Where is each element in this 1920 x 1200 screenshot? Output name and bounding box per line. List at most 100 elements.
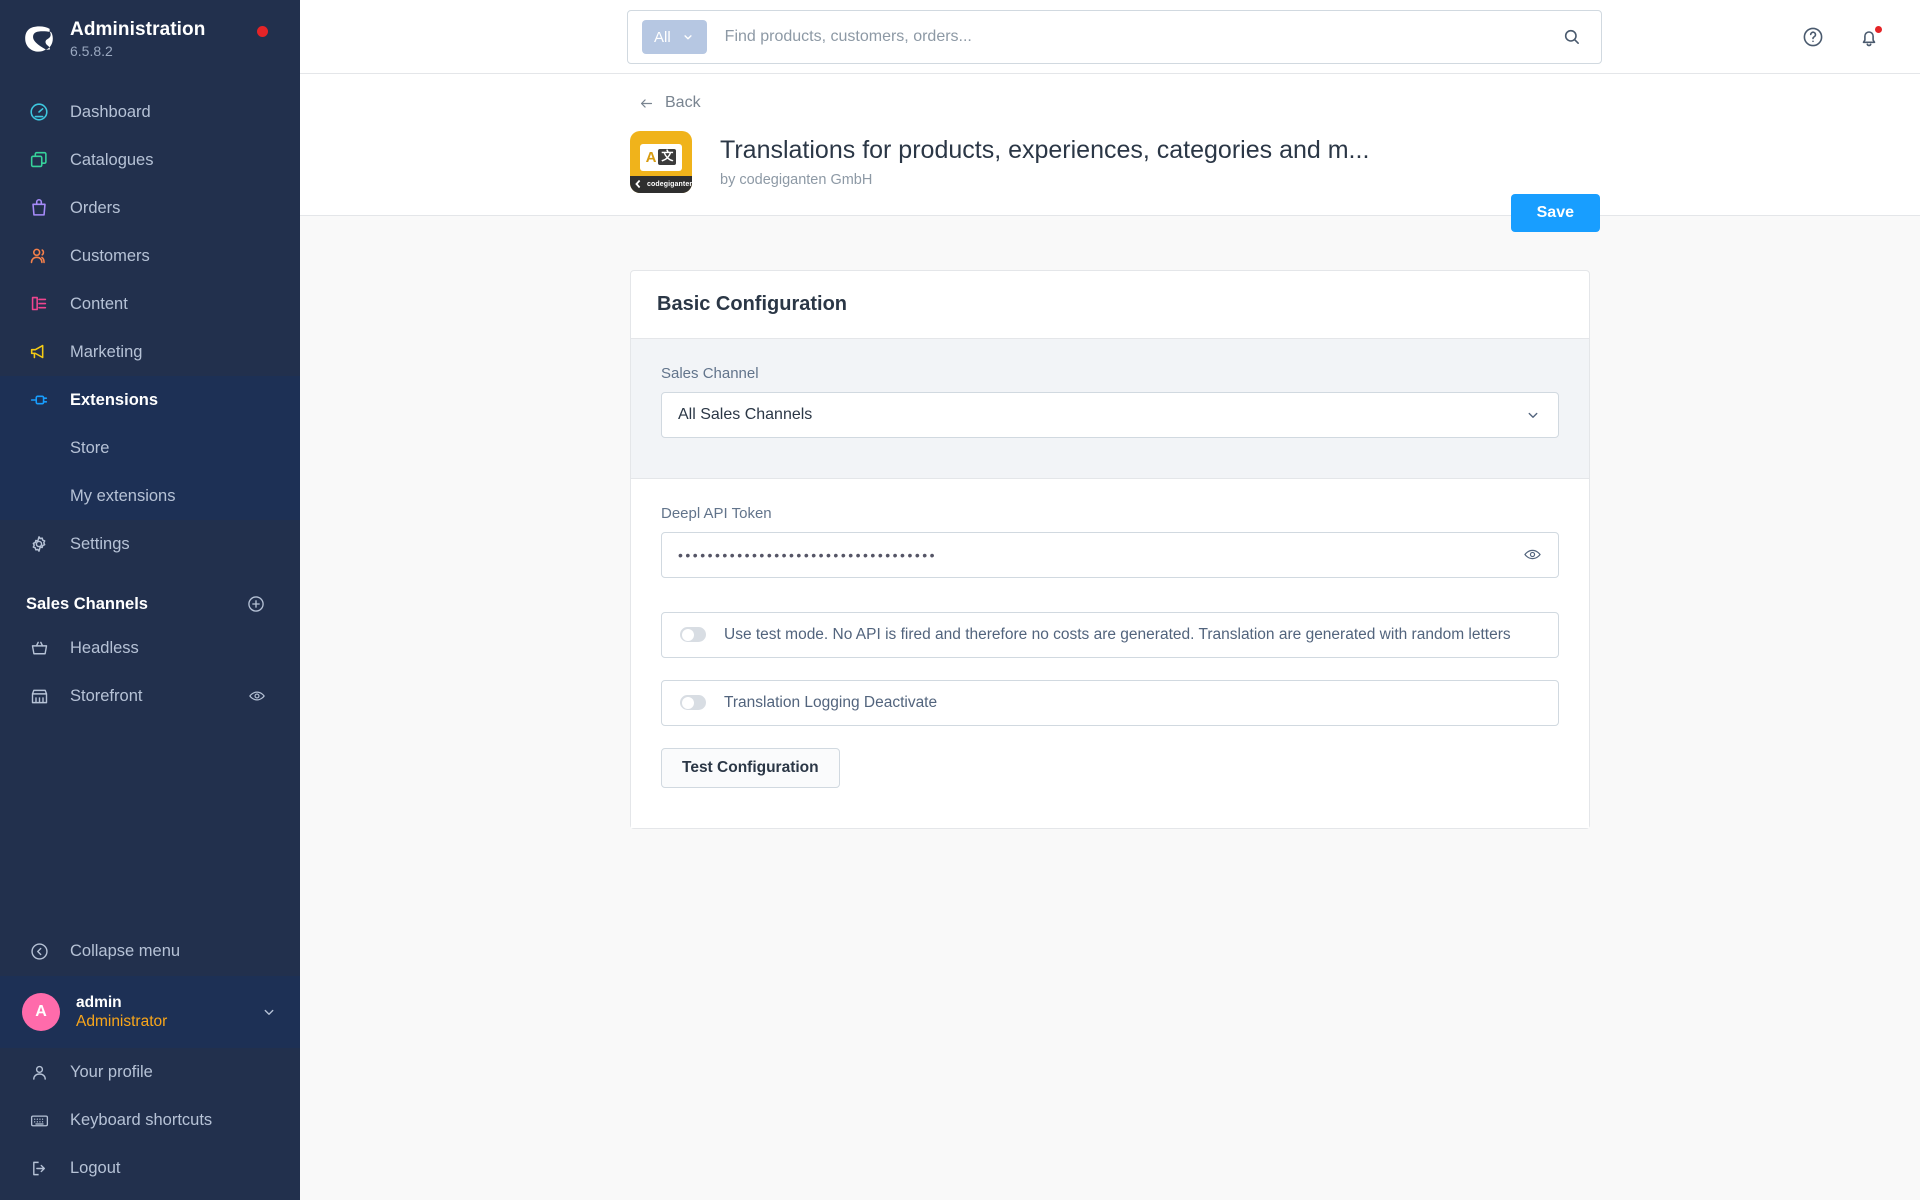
- translate-app-icon: A 文 codegiganten: [630, 130, 692, 193]
- back-button[interactable]: Back: [638, 94, 701, 112]
- card-title: Basic Configuration: [631, 271, 1589, 339]
- api-settings-section: Deepl API Token ••••••••••••••••••••••••…: [631, 478, 1589, 828]
- sales-channel-label: Sales Channel: [661, 364, 759, 382]
- sidebar-item-label: Marketing: [70, 342, 143, 361]
- customers-icon: [26, 243, 52, 269]
- sidebar-item-label: Logout: [70, 1158, 121, 1177]
- extension-identity: A 文 codegiganten Translations for produc…: [630, 130, 1880, 193]
- marketing-icon: [26, 339, 52, 365]
- brand-version: 6.5.8.2: [70, 42, 113, 59]
- collapse-menu-label: Collapse menu: [70, 941, 181, 960]
- sidebar-item-label: Content: [70, 294, 128, 313]
- sidebar-item-label: Headless: [70, 638, 139, 657]
- sales-channel-value: All Sales Channels: [678, 405, 813, 423]
- catalogues-icon: [26, 147, 52, 173]
- top-bar: All: [300, 0, 1920, 74]
- plus-circle-icon[interactable]: [246, 594, 266, 614]
- vendor-band-label: codegiganten: [647, 180, 692, 188]
- sales-channels-section-header: Sales Channels: [0, 568, 300, 624]
- chevron-down-icon: [681, 30, 695, 44]
- eye-icon[interactable]: [248, 687, 266, 705]
- search-input[interactable]: [724, 28, 1557, 46]
- chevron-down-icon[interactable]: [260, 1003, 278, 1021]
- eye-icon[interactable]: [1523, 545, 1542, 564]
- primary-navigation: Dashboard Catalogues Orders Customers Co…: [0, 70, 300, 568]
- sidebar-item-label: Catalogues: [70, 150, 154, 169]
- topbar-actions: [1798, 0, 1884, 74]
- sidebar-item-orders[interactable]: Orders: [0, 184, 300, 232]
- update-indicator-dot: [257, 26, 268, 37]
- sidebar-item-label: Settings: [70, 534, 130, 553]
- sidebar-item-label: Extensions: [70, 390, 159, 409]
- basic-configuration-card: Basic Configuration Sales Channel All Sa…: [630, 269, 1590, 829]
- sidebar-item-marketing[interactable]: Marketing: [0, 328, 300, 376]
- search-scope-label: All: [654, 28, 671, 46]
- arrow-left-icon: [638, 95, 655, 112]
- test-mode-toggle[interactable]: [680, 627, 706, 642]
- codegiganten-logo-icon: [635, 179, 641, 189]
- test-configuration-button[interactable]: Test Configuration: [661, 747, 840, 788]
- dashboard-icon: [26, 99, 52, 125]
- api-token-label: Deepl API Token: [661, 504, 772, 522]
- sidebar-item-my-extensions[interactable]: My extensions: [0, 472, 300, 520]
- user-icon: [26, 1059, 52, 1085]
- logging-toggle-row[interactable]: Translation Logging Deactivate: [661, 679, 1559, 726]
- back-label: Back: [665, 94, 701, 111]
- basket-icon: [26, 635, 52, 661]
- sidebar-item-store[interactable]: Store: [0, 424, 300, 472]
- sidebar-item-headless[interactable]: Headless: [0, 624, 300, 672]
- sidebar-item-settings[interactable]: Settings: [0, 520, 300, 568]
- sidebar-item-catalogues[interactable]: Catalogues: [0, 136, 300, 184]
- test-mode-toggle-row[interactable]: Use test mode. No API is fired and there…: [661, 611, 1559, 658]
- sidebar-item-extensions[interactable]: Extensions: [0, 376, 300, 424]
- sidebar-item-label: Your profile: [70, 1062, 153, 1081]
- chevron-down-icon: [1524, 406, 1542, 424]
- avatar: A: [22, 993, 60, 1031]
- sidebar-item-logout[interactable]: Logout: [0, 1144, 300, 1192]
- sidebar-subitem-label: Store: [70, 438, 110, 457]
- sidebar-item-storefront[interactable]: Storefront: [0, 672, 300, 720]
- sales-channel-select[interactable]: All Sales Channels: [661, 391, 1559, 438]
- test-mode-label: Use test mode. No API is fired and there…: [724, 625, 1511, 643]
- help-circle-icon[interactable]: [1798, 22, 1828, 52]
- sidebar-subitem-label: My extensions: [70, 486, 176, 505]
- api-token-field[interactable]: •••••••••••••••••••••••••••••••••••: [661, 531, 1559, 578]
- sales-channel-section: Sales Channel All Sales Channels: [631, 338, 1589, 479]
- page-title: Translations for products, experiences, …: [720, 136, 1370, 165]
- user-name: admin: [76, 993, 122, 1011]
- logging-toggle[interactable]: [680, 695, 706, 710]
- shopware-logo-icon: [22, 22, 56, 56]
- sidebar-item-your-profile[interactable]: Your profile: [0, 1048, 300, 1096]
- sidebar-item-customers[interactable]: Customers: [0, 232, 300, 280]
- user-role: Administrator: [76, 1013, 168, 1030]
- sidebar-item-keyboard-shortcuts[interactable]: Keyboard shortcuts: [0, 1096, 300, 1144]
- sidebar-item-dashboard[interactable]: Dashboard: [0, 88, 300, 136]
- extension-author: by codegiganten GmbH: [720, 171, 873, 188]
- sidebar-item-content[interactable]: Content: [0, 280, 300, 328]
- translate-glyphs: A 文: [640, 143, 682, 171]
- sidebar-item-label: Keyboard shortcuts: [70, 1110, 213, 1129]
- search-scope-selector[interactable]: All: [642, 20, 707, 54]
- logout-icon: [26, 1155, 52, 1181]
- user-menu[interactable]: A admin Administrator: [0, 976, 300, 1048]
- global-search: All: [627, 10, 1602, 64]
- content-icon: [26, 291, 52, 317]
- extensions-icon: [26, 387, 52, 413]
- sales-channels-title: Sales Channels: [26, 594, 148, 613]
- save-button[interactable]: Save: [1510, 194, 1600, 232]
- bell-icon[interactable]: [1854, 22, 1884, 52]
- gear-icon: [26, 531, 52, 557]
- notification-dot: [1873, 24, 1884, 35]
- vendor-band: codegiganten: [630, 175, 692, 193]
- search-icon[interactable]: [1557, 22, 1587, 52]
- sidebar-item-label: Dashboard: [70, 102, 151, 121]
- sidebar-item-label: Storefront: [70, 686, 143, 705]
- storefront-icon: [26, 683, 52, 709]
- collapse-menu-button[interactable]: Collapse menu: [0, 926, 300, 976]
- sidebar: Administration 6.5.8.2 Dashboard Catalog…: [0, 0, 300, 1200]
- sidebar-item-label: Orders: [70, 198, 121, 217]
- keyboard-icon: [26, 1107, 52, 1133]
- glyph-latin: A: [645, 148, 657, 166]
- api-token-value: •••••••••••••••••••••••••••••••••••: [678, 546, 938, 563]
